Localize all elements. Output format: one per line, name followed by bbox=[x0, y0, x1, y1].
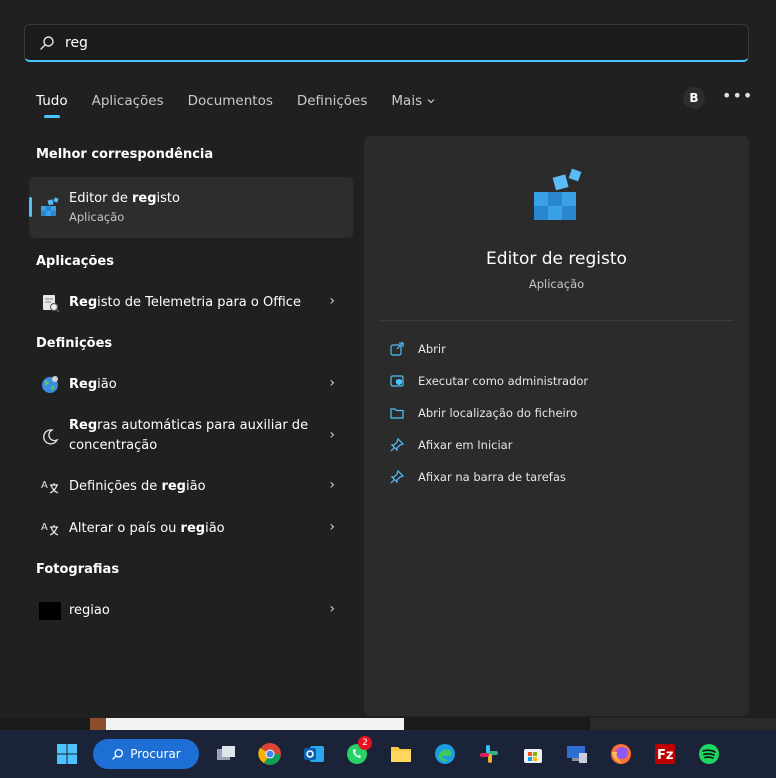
chevron-right-icon: › bbox=[329, 375, 335, 391]
more-options-icon[interactable]: ••• bbox=[722, 86, 753, 105]
svg-text:Fz: Fz bbox=[657, 748, 673, 763]
start-search-panel: Tudo Aplicações Documentos Definições Ma… bbox=[0, 0, 776, 718]
admin-shield-icon bbox=[390, 375, 404, 387]
detail-pane: Editor de registo Aplicação Abrir Execut… bbox=[364, 136, 749, 716]
photos-section-title: Fotografias bbox=[36, 562, 120, 577]
settings-result-region[interactable]: Região › bbox=[29, 365, 353, 405]
best-match-label: Editor de registo bbox=[69, 191, 180, 206]
detail-subtitle: Aplicação bbox=[528, 277, 585, 291]
edge-icon[interactable] bbox=[431, 740, 459, 768]
tab-more[interactable]: Mais bbox=[391, 93, 436, 109]
tab-all[interactable]: Tudo bbox=[36, 93, 68, 118]
search-icon bbox=[112, 748, 124, 760]
chevron-right-icon: › bbox=[329, 293, 335, 309]
start-button[interactable] bbox=[53, 740, 81, 768]
chevron-down-icon bbox=[427, 99, 435, 104]
best-match-title: Melhor correspondência bbox=[36, 147, 214, 162]
tab-settings[interactable]: Definições bbox=[297, 93, 368, 109]
action-open-file-location[interactable]: Abrir localização do ficheiro bbox=[390, 406, 577, 420]
settings-result-label: Regras automáticas para auxiliar de conc… bbox=[69, 418, 309, 453]
divider bbox=[380, 320, 733, 321]
notification-badge: 2 bbox=[358, 736, 372, 750]
windows-logo-icon bbox=[57, 744, 77, 764]
telemetry-log-icon bbox=[43, 295, 60, 313]
taskbar-search-button[interactable]: Procurar bbox=[93, 739, 199, 769]
best-match-subtitle: Aplicação bbox=[69, 210, 125, 224]
action-open[interactable]: Abrir bbox=[390, 342, 446, 356]
task-view-icon[interactable] bbox=[212, 740, 240, 768]
action-pin-start[interactable]: Afixar em Iniciar bbox=[390, 438, 512, 452]
photo-result-label: regiao bbox=[69, 603, 110, 618]
spotify-icon[interactable] bbox=[695, 740, 723, 768]
filezilla-icon[interactable]: Fz bbox=[651, 740, 679, 768]
settings-result-focus-rules[interactable]: Regras automáticas para auxiliar de conc… bbox=[29, 413, 353, 461]
action-pin-taskbar[interactable]: Afixar na barra de tarefas bbox=[390, 470, 566, 484]
tab-more-label: Mais bbox=[391, 93, 423, 109]
slack-icon[interactable] bbox=[475, 740, 503, 768]
tab-documents[interactable]: Documentos bbox=[188, 93, 273, 109]
settings-result-label: Região bbox=[69, 377, 117, 392]
chevron-right-icon: › bbox=[329, 477, 335, 493]
settings-result-change-country[interactable]: A Alterar o país ou região › bbox=[29, 509, 353, 549]
language-icon: A bbox=[41, 522, 59, 536]
tab-apps[interactable]: Aplicações bbox=[92, 93, 164, 109]
search-icon bbox=[40, 35, 54, 50]
taskbar: Procurar 2 Fz bbox=[0, 730, 776, 778]
remote-desktop-icon[interactable] bbox=[563, 740, 591, 768]
whatsapp-icon[interactable]: 2 bbox=[343, 736, 372, 768]
firefox-icon[interactable] bbox=[607, 740, 635, 768]
detail-title: Editor de registo bbox=[486, 249, 627, 269]
settings-result-region-settings[interactable]: A Definições de região › bbox=[29, 467, 353, 507]
settings-section-title: Definições bbox=[36, 336, 113, 351]
app-result-label: Registo de Telemetria para o Office bbox=[69, 295, 301, 310]
pin-icon bbox=[390, 438, 404, 452]
chevron-right-icon: › bbox=[329, 519, 335, 535]
chevron-right-icon: › bbox=[329, 601, 335, 617]
pin-icon bbox=[390, 470, 404, 484]
apps-section-title: Aplicações bbox=[36, 254, 114, 269]
registry-editor-large-icon bbox=[534, 168, 582, 220]
chrome-icon[interactable] bbox=[256, 740, 284, 768]
registry-editor-icon bbox=[41, 197, 59, 216]
chevron-right-icon: › bbox=[329, 427, 335, 443]
svg-text:A: A bbox=[41, 480, 48, 491]
filter-tabs: Tudo Aplicações Documentos Definições Ma… bbox=[36, 88, 460, 118]
avatar[interactable]: B bbox=[683, 87, 705, 109]
photo-result-item[interactable]: regiao › bbox=[29, 591, 353, 631]
globe-icon bbox=[42, 376, 58, 393]
settings-result-label: Definições de região bbox=[69, 479, 206, 494]
language-icon: A bbox=[41, 480, 59, 494]
app-result-item[interactable]: Registo de Telemetria para o Office › bbox=[29, 283, 353, 323]
search-input[interactable] bbox=[63, 33, 748, 52]
store-icon[interactable] bbox=[519, 740, 547, 768]
action-run-as-admin[interactable]: Executar como administrador bbox=[390, 374, 588, 388]
moon-icon bbox=[43, 429, 59, 445]
settings-result-label: Alterar o país ou região bbox=[69, 521, 225, 536]
photo-thumbnail bbox=[39, 602, 61, 620]
folder-icon bbox=[390, 408, 404, 419]
best-match-item[interactable]: Editor de registo Aplicação bbox=[29, 177, 353, 238]
file-explorer-icon[interactable] bbox=[387, 740, 415, 768]
search-box[interactable] bbox=[24, 24, 749, 62]
open-icon bbox=[390, 342, 404, 356]
outlook-icon[interactable] bbox=[300, 740, 328, 768]
svg-text:A: A bbox=[41, 522, 48, 533]
desktop-background bbox=[0, 718, 776, 730]
